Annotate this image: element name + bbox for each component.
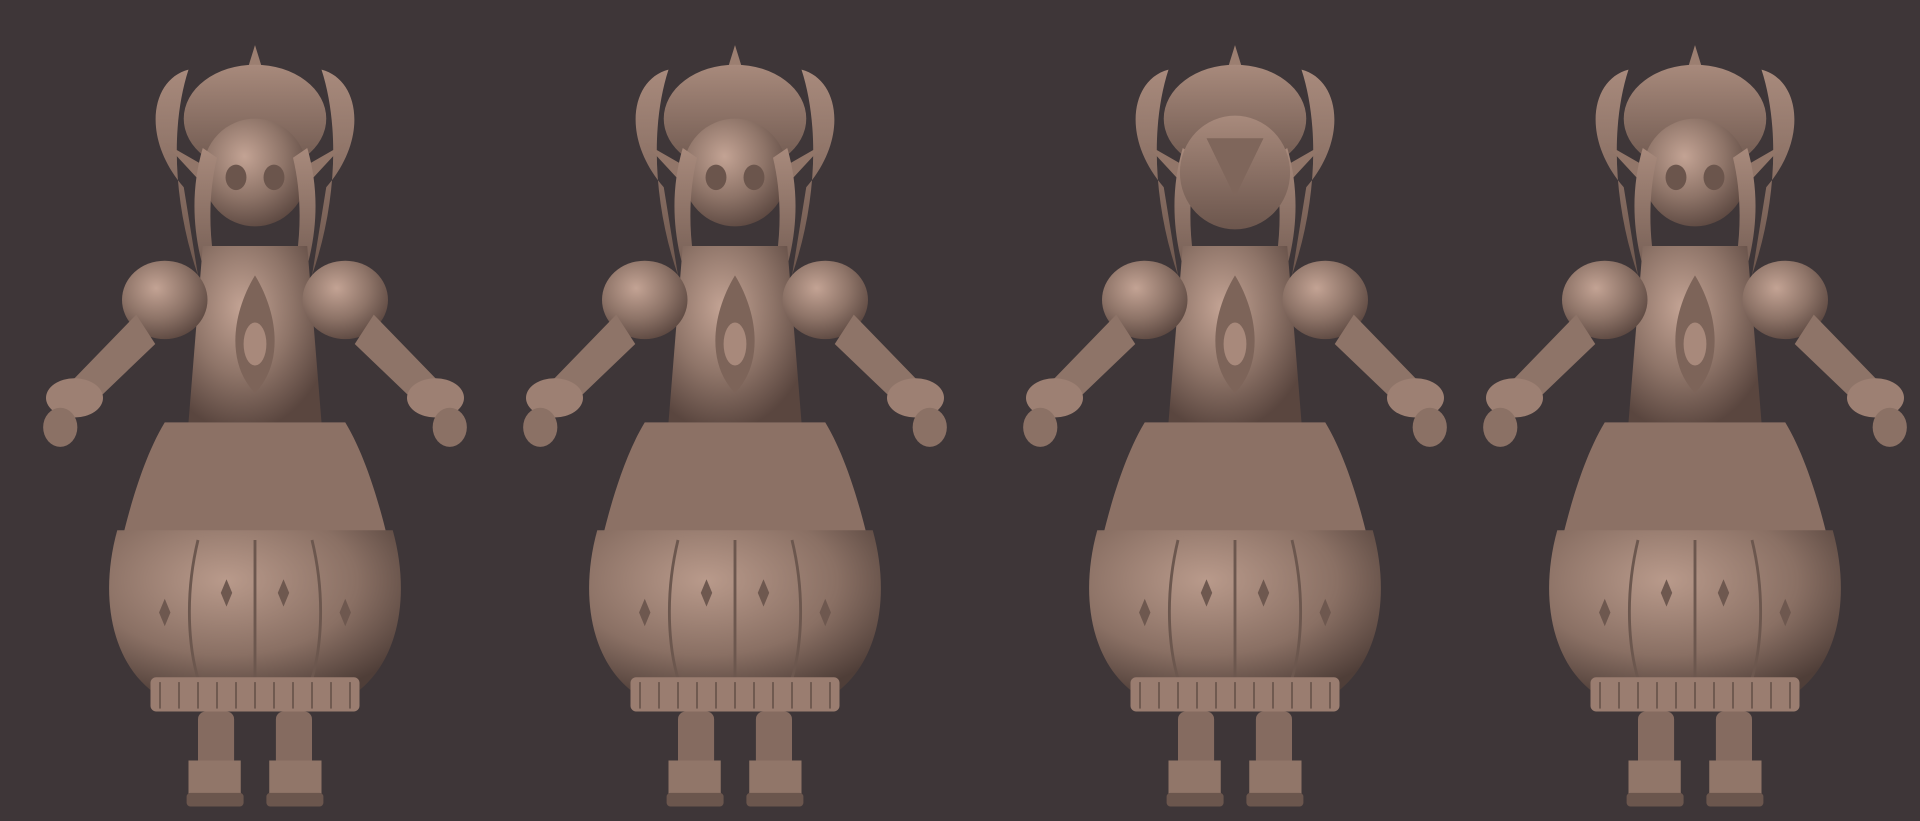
figure-view-three-quarter-left	[41, 43, 469, 809]
character-turnaround-render	[41, 43, 1909, 809]
figure-view-back	[1021, 43, 1449, 809]
figure-view-front	[521, 43, 949, 809]
figure-view-three-quarter-right	[1481, 43, 1909, 809]
